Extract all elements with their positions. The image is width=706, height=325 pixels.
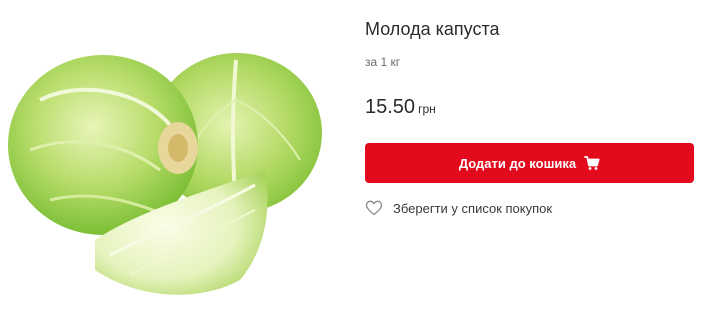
add-to-cart-label: Додати до кошика [458,155,577,171]
product-unit: за 1 кг [365,55,401,69]
save-to-list-label: Зберегти у список покупок [393,200,553,216]
heart-icon [365,200,383,216]
product-image [0,40,340,315]
add-to-cart-button[interactable]: Додати до кошика [365,143,694,183]
product-title: Молода капуста [365,19,500,39]
product-price: 15.50 грн [365,96,436,119]
cart-icon [584,156,600,170]
cabbage-image [8,53,322,295]
save-to-list-button[interactable]: Зберегти у список покупок [365,199,552,217]
price-currency: грн [418,102,436,116]
price-value: 15.50 [365,96,416,118]
